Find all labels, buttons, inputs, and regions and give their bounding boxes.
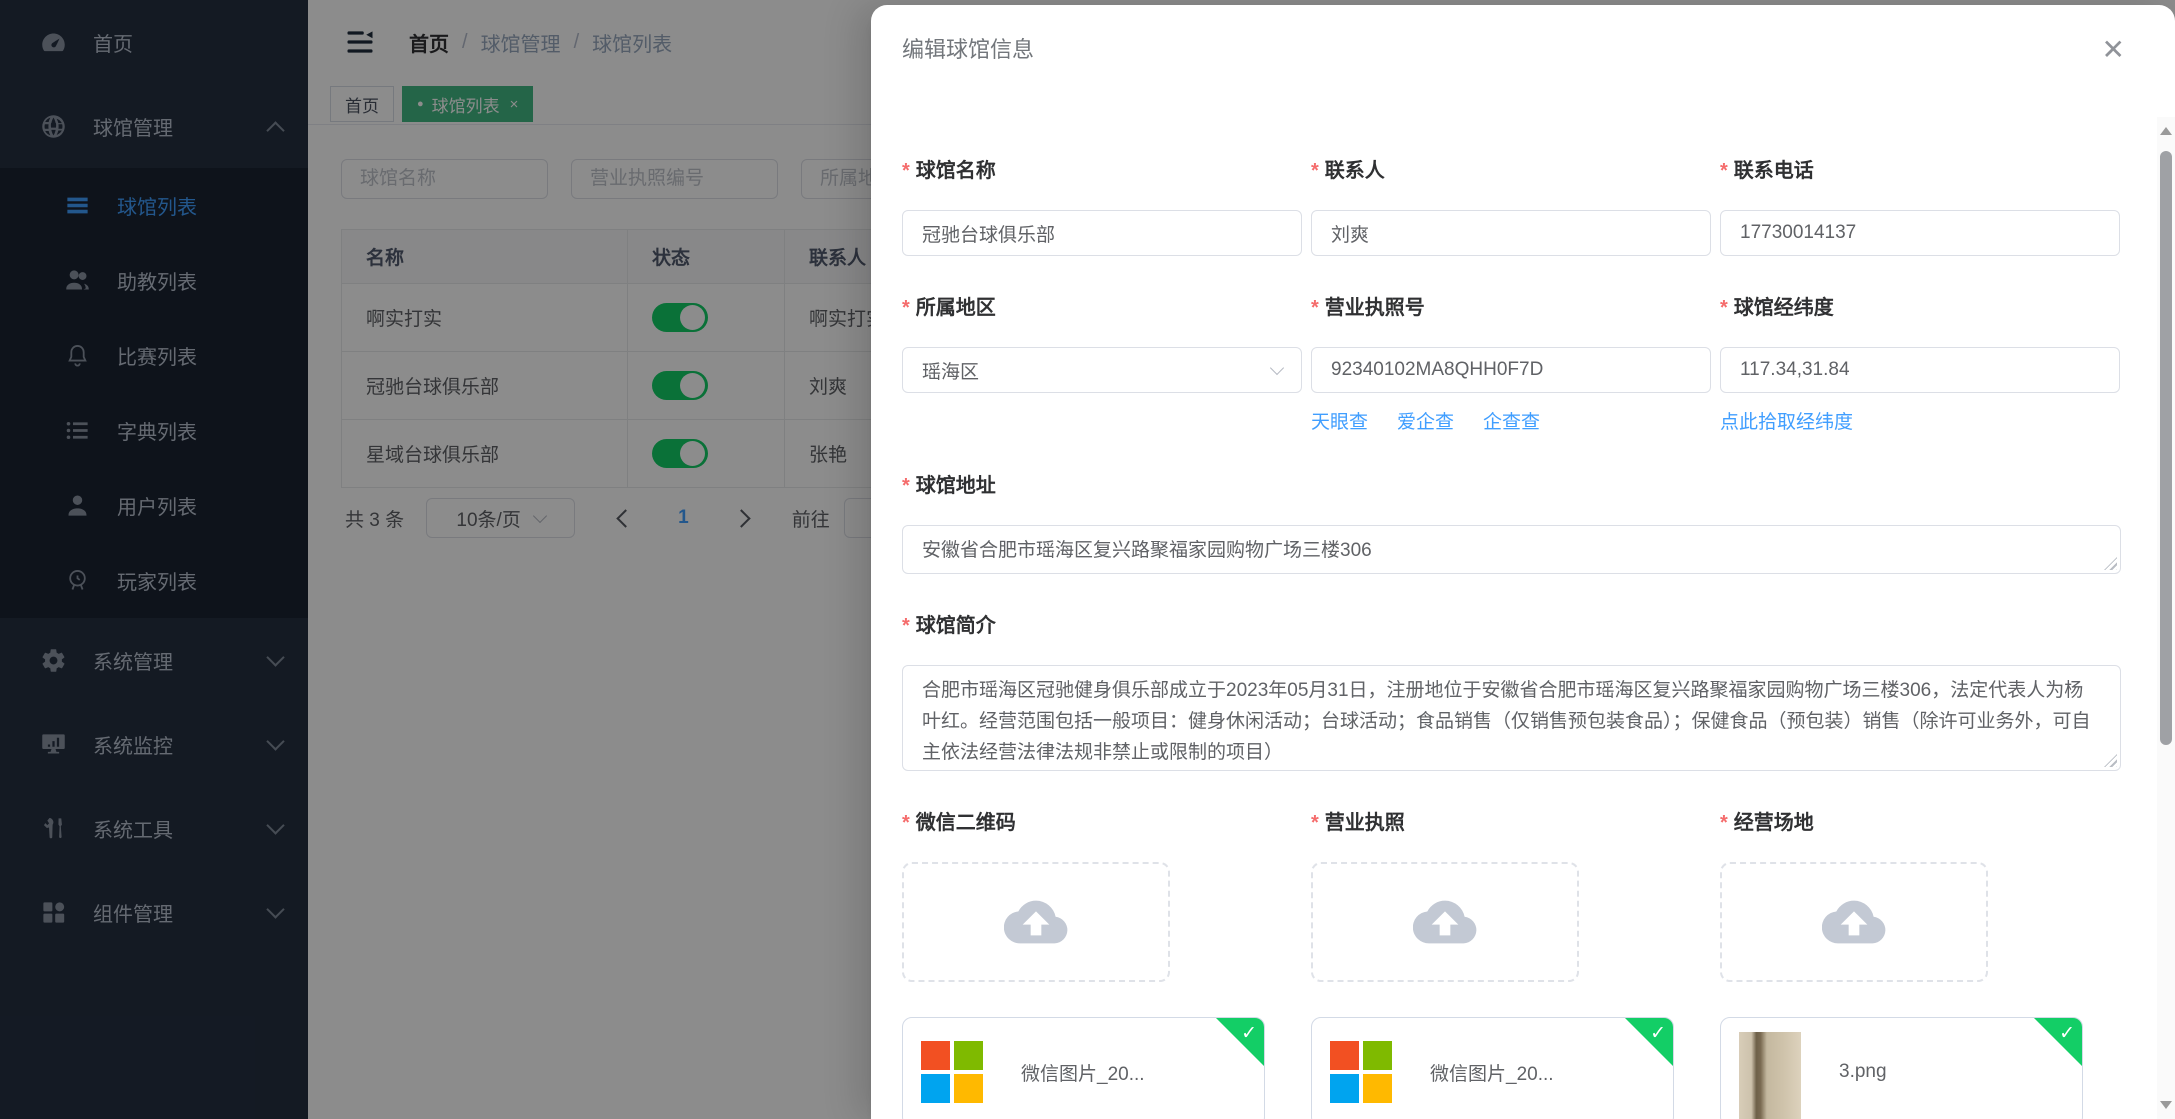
scrollbar-thumb[interactable] <box>2160 151 2172 745</box>
file-name: 微信图片_20... <box>1430 1059 1554 1086</box>
cloud-upload-icon <box>1004 890 1068 954</box>
app-root: 首页 球馆管理 球馆列表 助教列表 <box>0 0 2175 1119</box>
scroll-down-arrow-icon[interactable] <box>2160 1101 2172 1109</box>
form-row-intro: * 球馆简介 合肥市瑶海区冠驰健身俱乐部成立于2023年05月31日，注册地位于… <box>902 613 2157 771</box>
field-label: 经营场地 <box>1734 810 1814 836</box>
required-asterisk: * <box>902 613 910 639</box>
field-label: 营业执照 <box>1325 810 1405 836</box>
qichacha-link[interactable]: 企查查 <box>1483 407 1540 434</box>
required-asterisk: * <box>1311 810 1319 836</box>
coords-links: 点此拾取经纬度 <box>1720 407 2120 434</box>
uploaded-file-card[interactable]: 微信图片_20... ✓ <box>1311 1017 1674 1119</box>
field-contact: * 联系人 <box>1311 158 1711 256</box>
field-address: * 球馆地址 安徽省合肥市瑶海区复兴路聚福家园购物广场三楼306 <box>902 473 2121 574</box>
required-asterisk: * <box>902 295 910 321</box>
required-asterisk: * <box>1311 295 1319 321</box>
required-asterisk: * <box>902 158 910 184</box>
field-wechat-qrcode: * 微信二维码 <box>902 810 1302 982</box>
field-premises: * 经营场地 <box>1720 810 2120 982</box>
field-label: 营业执照号 <box>1325 295 1425 321</box>
file-name: 3.png <box>1839 1061 1887 1083</box>
premises-upload[interactable] <box>1720 862 1988 982</box>
address-textarea[interactable]: 安徽省合肥市瑶海区复兴路聚福家园购物广场三楼306 <box>902 525 2121 574</box>
field-label: 球馆简介 <box>916 613 996 639</box>
required-asterisk: * <box>1720 158 1728 184</box>
field-phone: * 联系电话 <box>1720 158 2120 256</box>
file-thumbnail <box>1739 1032 1801 1119</box>
file-slot-3: 3.png ✓ <box>1720 1017 2120 1119</box>
cloud-upload-icon <box>1822 890 1886 954</box>
field-label: 所属地区 <box>916 295 996 321</box>
form-row-2: * 所属地区 瑶海区 * 营业执照号 天眼查 <box>902 295 2157 434</box>
form-row-1: * 球馆名称 * 联系人 * 联系电话 <box>902 158 2157 256</box>
aiqicha-link[interactable]: 爱企查 <box>1397 407 1454 434</box>
field-label: 球馆地址 <box>916 473 996 499</box>
drawer-body: * 球馆名称 * 联系人 * 联系电话 <box>871 117 2157 1119</box>
field-label: 球馆名称 <box>916 158 996 184</box>
form-row-files: 微信图片_20... ✓ 微信图片_20... ✓ <box>902 1017 2157 1119</box>
required-asterisk: * <box>1720 295 1728 321</box>
drawer-header: 编辑球馆信息 ✕ <box>871 5 2175 117</box>
file-thumbnail <box>1330 1041 1392 1103</box>
uploaded-file-card[interactable]: 微信图片_20... ✓ <box>902 1017 1265 1119</box>
field-intro: * 球馆简介 合肥市瑶海区冠驰健身俱乐部成立于2023年05月31日，注册地位于… <box>902 613 2121 771</box>
field-label: 联系电话 <box>1734 158 1814 184</box>
file-slot-1: 微信图片_20... ✓ <box>902 1017 1302 1119</box>
field-venue-name: * 球馆名称 <box>902 158 1302 256</box>
check-icon: ✓ <box>1241 1022 1257 1045</box>
field-region: * 所属地区 瑶海区 <box>902 295 1302 434</box>
field-business-license: * 营业执照 <box>1311 810 1711 982</box>
wechat-qrcode-upload[interactable] <box>902 862 1170 982</box>
chevron-down-icon <box>1270 361 1284 375</box>
venue-name-input[interactable] <box>902 210 1302 256</box>
field-license: * 营业执照号 天眼查 爱企查 企查查 <box>1311 295 1711 434</box>
phone-input[interactable] <box>1720 210 2120 256</box>
required-asterisk: * <box>1311 158 1319 184</box>
required-asterisk: * <box>1720 810 1728 836</box>
scroll-up-arrow-icon[interactable] <box>2160 127 2172 135</box>
uploaded-file-card[interactable]: 3.png ✓ <box>1720 1017 2083 1119</box>
form-row-address: * 球馆地址 安徽省合肥市瑶海区复兴路聚福家园购物广场三楼306 <box>902 473 2157 574</box>
drawer-scrollbar[interactable] <box>2157 117 2175 1119</box>
coords-input[interactable] <box>1720 347 2120 393</box>
field-label: 球馆经纬度 <box>1734 295 1834 321</box>
contact-input[interactable] <box>1311 210 1711 256</box>
intro-textarea[interactable]: 合肥市瑶海区冠驰健身俱乐部成立于2023年05月31日，注册地位于安徽省合肥市瑶… <box>902 665 2121 771</box>
cloud-upload-icon <box>1413 890 1477 954</box>
license-lookup-links: 天眼查 爱企查 企查查 <box>1311 407 1711 434</box>
field-label: 联系人 <box>1325 158 1385 184</box>
close-icon[interactable]: ✕ <box>2102 35 2125 65</box>
file-thumbnail <box>921 1041 983 1103</box>
business-license-upload[interactable] <box>1311 862 1579 982</box>
pick-coords-link[interactable]: 点此拾取经纬度 <box>1720 407 1853 434</box>
form-row-uploads: * 微信二维码 * 营业执照 <box>902 810 2157 982</box>
license-input[interactable] <box>1311 347 1711 393</box>
region-select-value: 瑶海区 <box>922 357 979 384</box>
drawer-title: 编辑球馆信息 <box>902 35 1034 65</box>
region-select[interactable]: 瑶海区 <box>902 347 1302 393</box>
file-name: 微信图片_20... <box>1021 1059 1145 1086</box>
required-asterisk: * <box>902 810 910 836</box>
file-slot-2: 微信图片_20... ✓ <box>1311 1017 1711 1119</box>
tianyancha-link[interactable]: 天眼查 <box>1311 407 1368 434</box>
field-coords: * 球馆经纬度 点此拾取经纬度 <box>1720 295 2120 434</box>
field-label: 微信二维码 <box>916 810 1016 836</box>
edit-venue-drawer: 编辑球馆信息 ✕ * 球馆名称 * 联系人 <box>871 5 2175 1119</box>
required-asterisk: * <box>902 473 910 499</box>
check-icon: ✓ <box>2059 1022 2075 1045</box>
check-icon: ✓ <box>1650 1022 1666 1045</box>
